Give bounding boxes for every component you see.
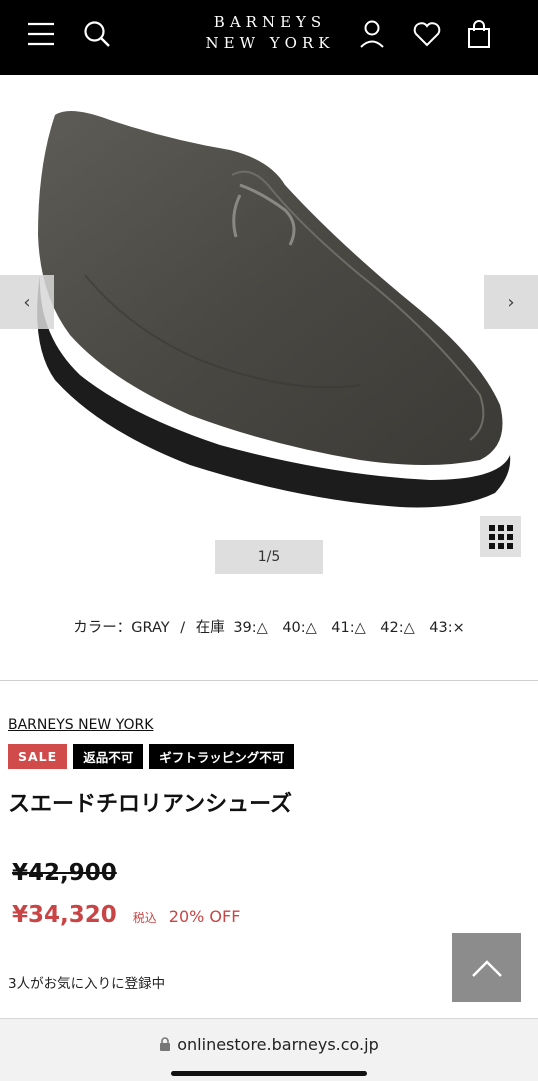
product-title: スエードチロリアンシューズ: [8, 792, 293, 817]
bag-icon[interactable]: [462, 16, 496, 52]
prev-image-button[interactable]: ‹: [0, 275, 54, 329]
section-divider: [0, 680, 538, 681]
stock-label: 在庫: [195, 620, 225, 636]
sale-price-row: ¥34,320 税込 20% OFF: [12, 902, 240, 928]
chevron-right-icon: ›: [507, 291, 515, 313]
heart-icon[interactable]: [410, 16, 444, 52]
image-counter: 1/5: [215, 540, 323, 574]
discount-label: 20% OFF: [168, 907, 241, 926]
tax-included-label: 税込: [132, 911, 157, 925]
no-gift-wrap-badge: ギフトラッピング不可: [149, 744, 295, 769]
color-label: カラー：GRAY: [73, 620, 170, 636]
product-image-carousel[interactable]: ‹ ›: [0, 75, 538, 585]
favorites-count: 3人がお気に入りに登録中: [8, 976, 166, 992]
size-stock-list: 39:△ 40:△ 41:△ 42:△ 43:×: [233, 620, 465, 636]
chevron-up-icon: [471, 959, 502, 977]
next-image-button[interactable]: ›: [484, 275, 538, 329]
user-icon[interactable]: [355, 16, 389, 52]
sale-badge: SALE: [8, 744, 68, 769]
home-indicator[interactable]: [171, 1071, 367, 1076]
url-text: onlinestore.barneys.co.jp: [177, 1035, 379, 1054]
grid-icon: [488, 524, 513, 549]
no-return-badge: 返品不可: [73, 744, 144, 769]
search-icon[interactable]: [80, 16, 114, 52]
chevron-left-icon: ‹: [23, 291, 31, 313]
color-stock-info: カラー：GRAY / 在庫 39:△ 40:△ 41:△ 42:△ 43:×: [0, 616, 538, 637]
sale-price: ¥34,320: [12, 902, 117, 928]
product-image: [37, 111, 511, 508]
menu-icon[interactable]: [24, 16, 58, 52]
grid-view-button[interactable]: [480, 516, 521, 557]
brand-logo[interactable]: BARNEYS NEW YORK: [190, 12, 350, 54]
brand-link[interactable]: BARNEYS NEW YORK: [8, 717, 153, 733]
scroll-to-top-button[interactable]: [452, 933, 521, 1002]
logo-line-2: NEW YORK: [205, 34, 335, 52]
logo-line-1: BARNEYS: [213, 13, 327, 31]
badge-row: SALE 返品不可 ギフトラッピング不可: [8, 744, 295, 769]
original-price: ¥42,900: [12, 860, 117, 886]
url-display[interactable]: onlinestore.barneys.co.jp: [0, 1035, 538, 1054]
separator: /: [180, 620, 186, 636]
top-header: BARNEYS NEW YORK: [0, 0, 538, 75]
lock-icon: [160, 1037, 171, 1051]
